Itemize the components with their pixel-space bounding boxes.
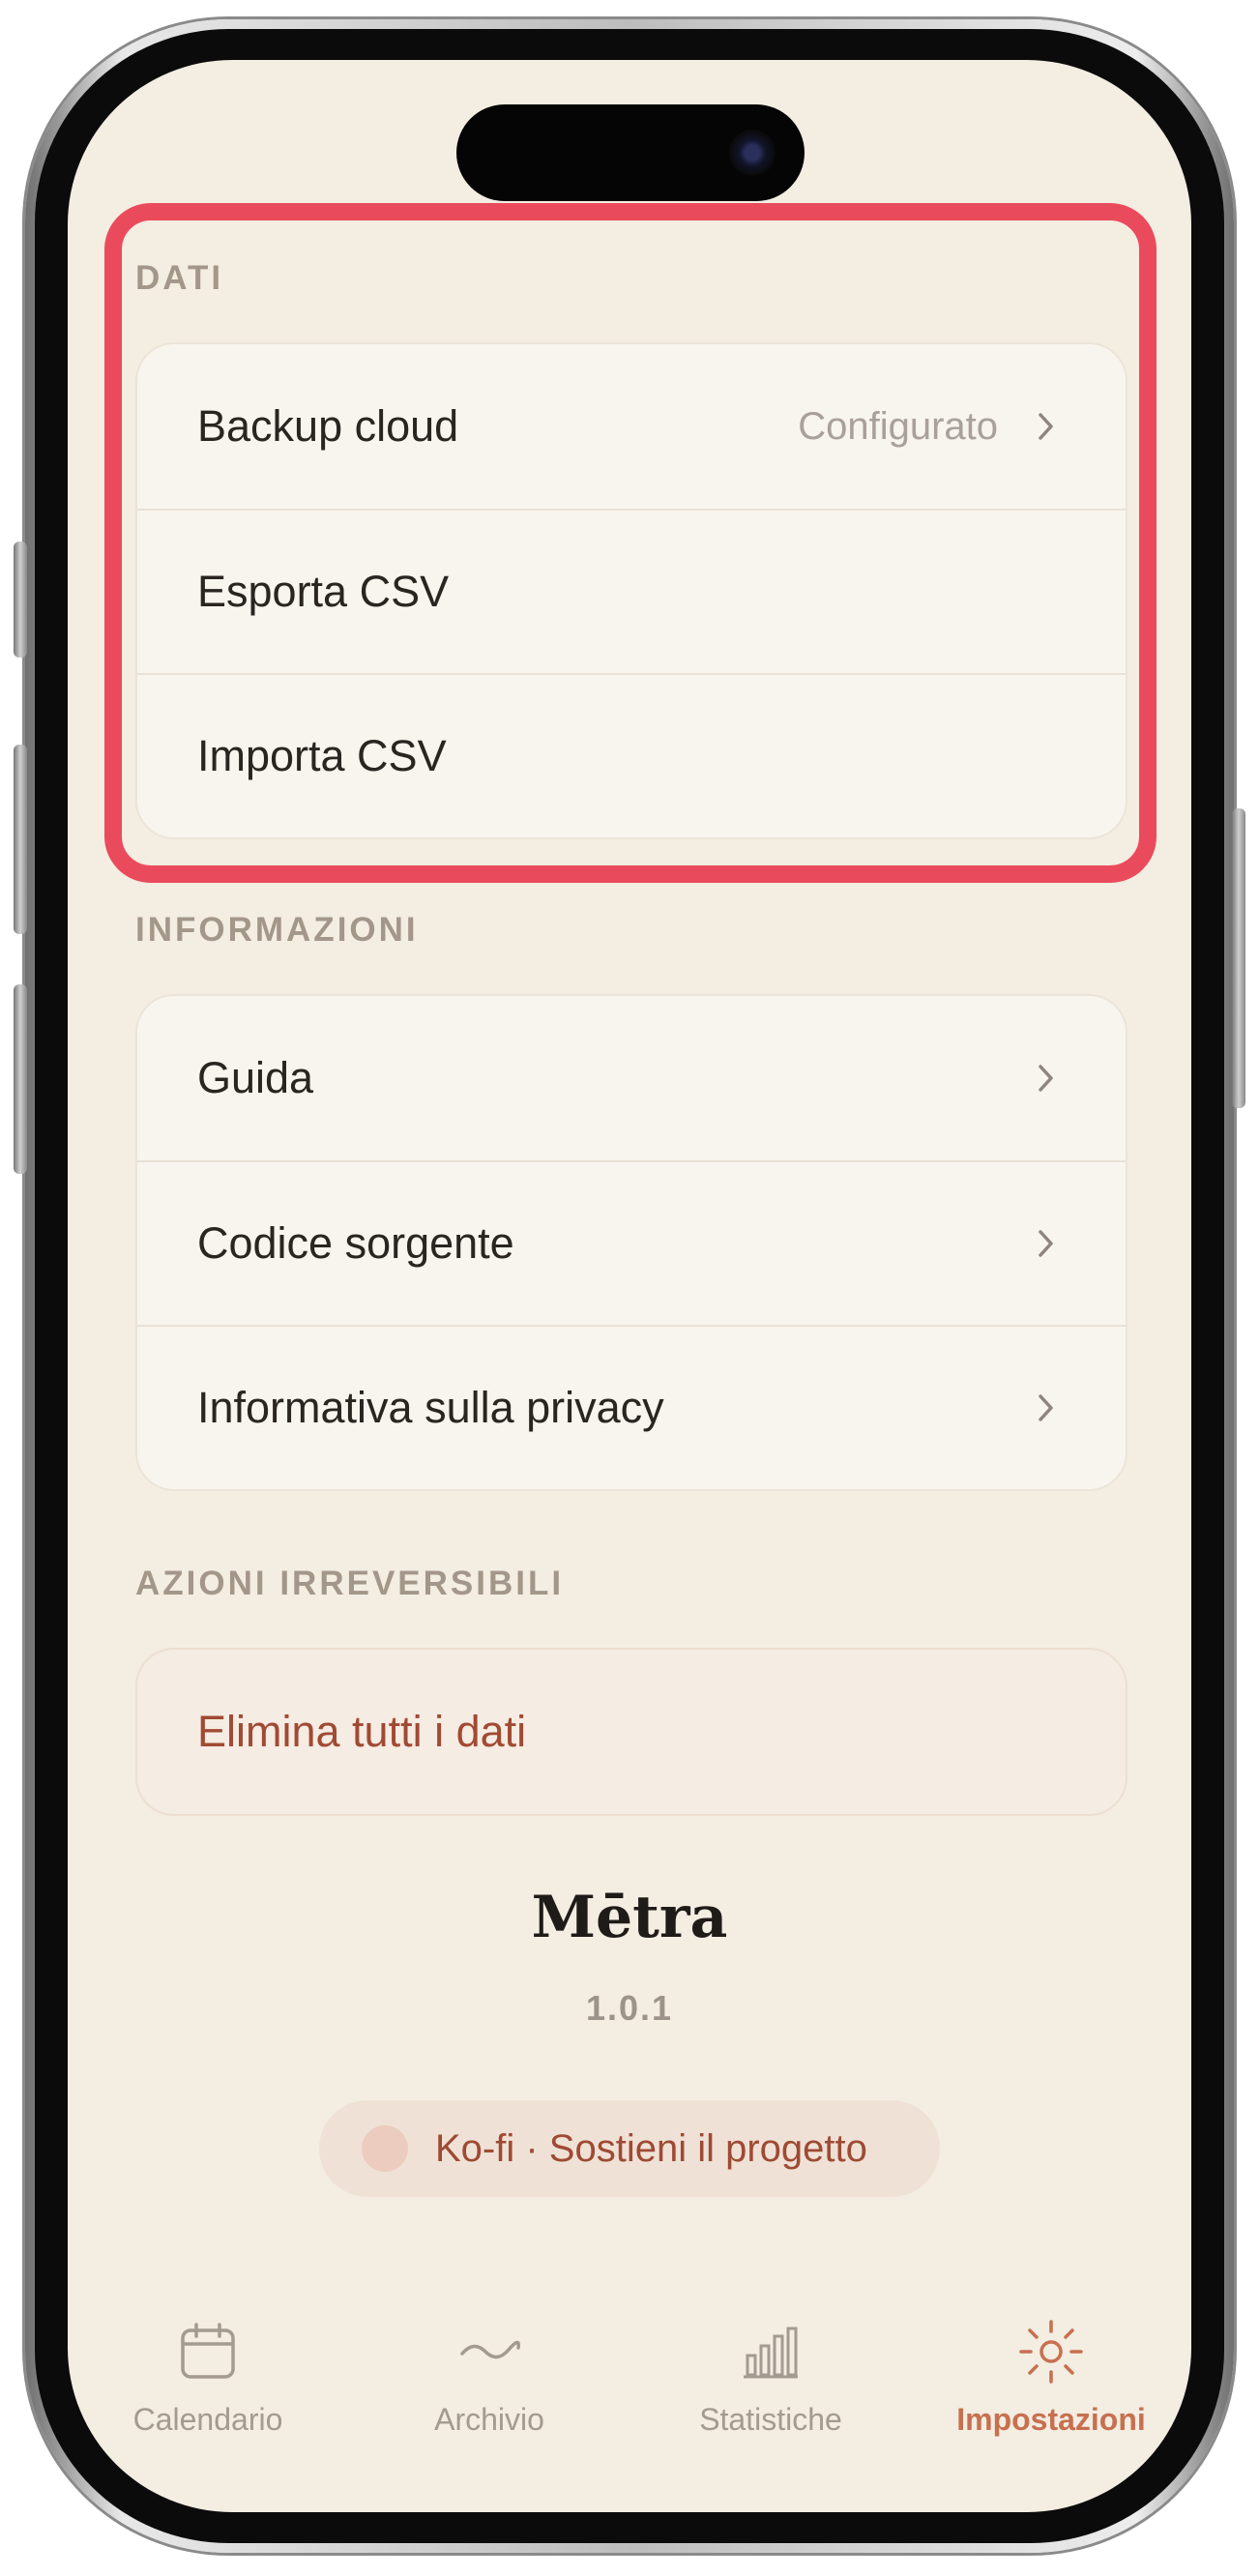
kofi-label: Ko-fi · Sostieni il progetto bbox=[435, 2126, 867, 2170]
delete-all-data-row[interactable]: Elimina tutti i dati bbox=[137, 1650, 1126, 1814]
chevron-right-icon bbox=[1027, 1224, 1066, 1263]
tab-statistiche[interactable]: Statistiche bbox=[630, 2313, 911, 2438]
section-header-informazioni: INFORMAZIONI bbox=[135, 911, 419, 949]
tab-label: Archivio bbox=[434, 2402, 544, 2437]
source-code-label: Codice sorgente bbox=[197, 1218, 514, 1268]
power-button bbox=[1232, 808, 1245, 1108]
tab-label: Impostazioni bbox=[956, 2402, 1146, 2437]
tab-label: Calendario bbox=[132, 2402, 283, 2437]
section-header-azioni: AZIONI IRREVERSIBILI bbox=[135, 1565, 565, 1602]
volume-up-button bbox=[14, 745, 27, 934]
app-name: Mētra bbox=[531, 1884, 728, 1951]
informazioni-card: Guida Codice sorgente Informativa sulla … bbox=[135, 994, 1127, 1491]
action-button bbox=[14, 542, 27, 658]
tab-impostazioni[interactable]: Impostazioni bbox=[911, 2313, 1191, 2438]
bar-chart-icon bbox=[630, 2313, 911, 2390]
guida-label: Guida bbox=[197, 1053, 314, 1102]
azioni-card: Elimina tutti i dati bbox=[135, 1648, 1127, 1816]
tab-label: Statistiche bbox=[699, 2402, 842, 2437]
tab-archivio[interactable]: Archivio bbox=[349, 2313, 630, 2438]
app-version: 1.0.1 bbox=[585, 1988, 674, 2028]
settings-screen: DATI Backup cloud Configurato Esporta CS… bbox=[68, 60, 1191, 2512]
delete-all-data-label: Elimina tutti i dati bbox=[197, 1707, 527, 1756]
guida-row[interactable]: Guida bbox=[137, 996, 1126, 1160]
source-code-row[interactable]: Codice sorgente bbox=[137, 1160, 1126, 1325]
wave-icon bbox=[349, 2313, 630, 2390]
volume-down-button bbox=[14, 984, 27, 1174]
kofi-icon bbox=[362, 2125, 408, 2172]
privacy-policy-row[interactable]: Informativa sulla privacy bbox=[137, 1325, 1126, 1489]
kofi-button[interactable]: Ko-fi · Sostieni il progetto bbox=[319, 2100, 940, 2197]
privacy-policy-label: Informativa sulla privacy bbox=[197, 1383, 664, 1432]
sun-icon bbox=[911, 2313, 1191, 2390]
highlight-overlay bbox=[104, 203, 1157, 883]
chevron-right-icon bbox=[1027, 1389, 1066, 1427]
dynamic-island bbox=[456, 104, 805, 201]
chevron-right-icon bbox=[1027, 1059, 1066, 1098]
tab-bar: Calendario Archivio Statistiche Impostaz… bbox=[68, 2313, 1191, 2487]
tab-calendario[interactable]: Calendario bbox=[68, 2313, 348, 2438]
camera-icon bbox=[729, 130, 776, 176]
calendar-icon bbox=[68, 2313, 348, 2390]
